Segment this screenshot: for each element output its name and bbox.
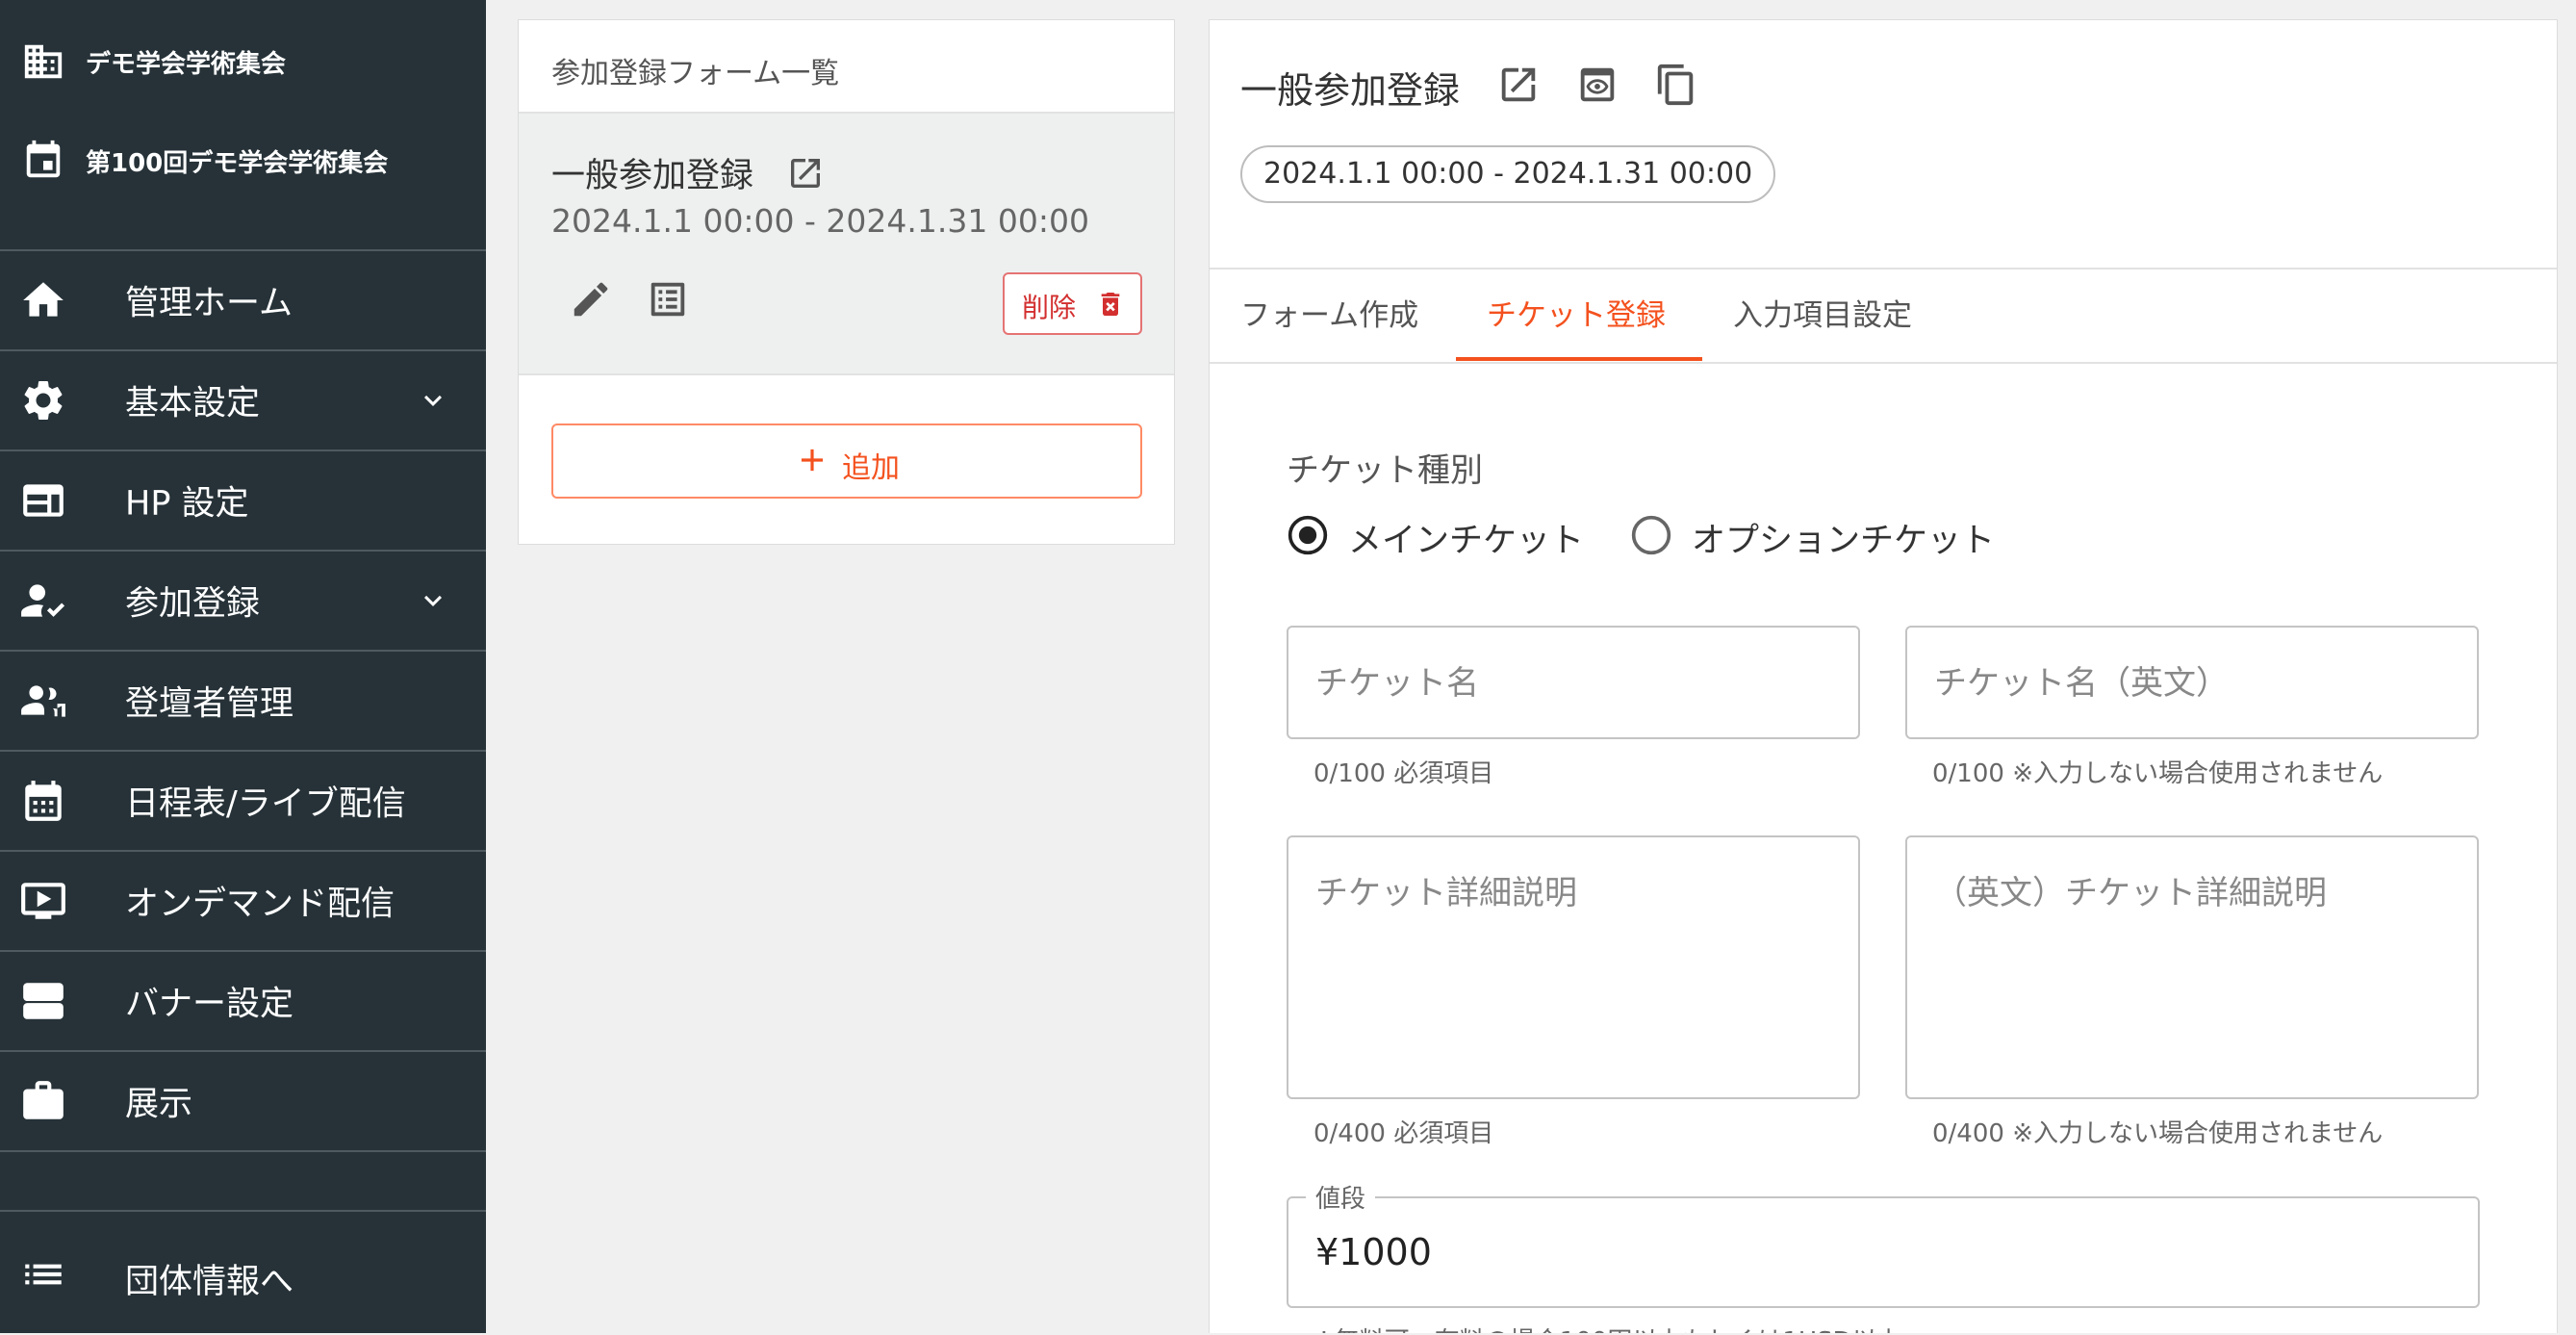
form-detail-panel: 一般参加登録 2024.1.1 00:00 - 2024.1.31 00:00 … (1209, 19, 2558, 1333)
sidebar-item-exhibition[interactable]: 展示 (0, 1050, 486, 1150)
delete-label: 削除 (1022, 292, 1077, 323)
event-name: 第100回デモ学会学術集会 (86, 148, 389, 178)
sidebar: デモ学会学術集会 第100回デモ学会学術集会 管理ホーム 基本設定 HP 設定 … (0, 0, 486, 1333)
sidebar-item-label: 基本設定 (125, 384, 261, 424)
video-play-icon (19, 877, 67, 925)
ticket-type-label: チケット種別 (1287, 451, 1483, 490)
plus-icon (794, 442, 830, 478)
form-list-item[interactable]: 一般参加登録 2024.1.1 00:00 - 2024.1.31 00:00 … (519, 114, 1174, 375)
tab-bar: フォーム作成 チケット登録 入力項目設定 (1210, 268, 2557, 364)
sidebar-item-hp-settings[interactable]: HP 設定 (0, 449, 486, 550)
radio-unchecked-icon (1630, 514, 1672, 556)
copy-icon[interactable] (1654, 63, 1698, 107)
radio-label: メインチケット (1348, 522, 1585, 560)
nav-divider (0, 1150, 486, 1152)
sidebar-item-home[interactable]: 管理ホーム (0, 249, 486, 349)
placeholder: チケット名 (1315, 664, 1479, 703)
tab-form-create[interactable]: フォーム作成 (1240, 270, 1418, 362)
price-note: ※無料可、有料の場合100円以上もしくは1USD以上 (1314, 1322, 1902, 1333)
gear-icon (19, 376, 67, 424)
trash-icon (1095, 289, 1126, 320)
price-value: ¥1000 (1315, 1231, 1432, 1273)
sidebar-item-registration[interactable]: 参加登録 (0, 550, 486, 650)
page-title: 一般参加登録 (1240, 69, 1461, 112)
org-link[interactable]: デモ学会学術集会 (0, 33, 486, 90)
sidebar-item-basic-settings[interactable]: 基本設定 (0, 349, 486, 449)
person-check-icon (19, 577, 67, 625)
sidebar-item-label: 参加登録 (125, 584, 261, 624)
sidebar-item-label: バナー設定 (125, 985, 294, 1024)
sidebar-item-speakers[interactable]: 登壇者管理 (0, 650, 486, 750)
ticket-description-en-textarea[interactable]: （英文）チケット詳細説明 (1905, 835, 2479, 1099)
sidebar-item-label: 日程表/ライブ配信 (125, 784, 406, 824)
tab-input-fields[interactable]: 入力項目設定 (1733, 270, 1912, 362)
ticket-description-helper: 0/400 必須項目 (1314, 1119, 1494, 1148)
open-in-new-icon[interactable] (786, 154, 825, 193)
sidebar-item-label: 団体情報へ (125, 1263, 294, 1301)
sidebar-item-on-demand[interactable]: オンデマンド配信 (0, 850, 486, 950)
add-label: 追加 (842, 451, 900, 485)
add-form-button[interactable]: 追加 (551, 424, 1142, 499)
form-list-panel: 参加登録フォーム一覧 一般参加登録 2024.1.1 00:00 - 2024.… (518, 19, 1175, 545)
placeholder: チケット名（英文） (1934, 664, 2229, 703)
price-label: 値段 (1306, 1179, 1376, 1215)
sidebar-item-label: オンデマンド配信 (125, 885, 395, 924)
sidebar-item-schedule[interactable]: 日程表/ライブ配信 (0, 750, 486, 850)
placeholder: （英文）チケット詳細説明 (1934, 874, 2327, 912)
sidebar-nav: 管理ホーム 基本設定 HP 設定 参加登録 登壇者管理 日程表/ライブ配信 オン… (0, 249, 486, 1152)
sidebar-item-label: HP 設定 (125, 484, 249, 524)
period-chip: 2024.1.1 00:00 - 2024.1.31 00:00 (1240, 145, 1776, 203)
active-tab-indicator (1456, 357, 1702, 361)
tab-ticket-register[interactable]: チケット登録 (1487, 270, 1666, 362)
form-title: 一般参加登録 (551, 157, 754, 195)
list-alt-icon[interactable] (646, 277, 690, 321)
banner-icon (19, 977, 67, 1025)
open-in-new-icon[interactable] (1496, 63, 1541, 107)
briefcase-icon (19, 1077, 67, 1125)
sidebar-item-organization-info[interactable]: 団体情報へ (0, 1210, 486, 1335)
list-icon (19, 1250, 67, 1298)
form-period: 2024.1.1 00:00 - 2024.1.31 00:00 (551, 202, 1089, 240)
home-icon (19, 276, 67, 324)
ticket-name-en-helper: 0/100 ※入力しない場合使用されません (1932, 759, 2384, 788)
sidebar-item-label: 登壇者管理 (125, 684, 294, 724)
placeholder: チケット詳細説明 (1315, 874, 1577, 912)
chevron-down-icon (416, 383, 450, 418)
event-link[interactable]: 第100回デモ学会学術集会 (0, 132, 486, 190)
radio-label: オプションチケット (1692, 522, 1996, 560)
pencil-icon[interactable] (569, 277, 613, 321)
sidebar-item-banner[interactable]: バナー設定 (0, 950, 486, 1050)
chevron-down-icon (416, 583, 450, 618)
web-layout-icon (19, 476, 67, 525)
preview-icon[interactable] (1575, 63, 1620, 107)
delete-button[interactable]: 削除 (1003, 272, 1142, 335)
ticket-name-helper: 0/100 必須項目 (1314, 759, 1494, 788)
radio-checked-icon (1287, 514, 1329, 556)
form-list-header: 参加登録フォーム一覧 (519, 20, 1174, 114)
sidebar-item-label: 管理ホーム (125, 284, 293, 323)
ticket-description-textarea[interactable]: チケット詳細説明 (1287, 835, 1860, 1099)
calendar-icon (19, 777, 67, 825)
ticket-description-en-helper: 0/400 ※入力しない場合使用されません (1932, 1119, 2384, 1148)
ticket-name-input[interactable]: チケット名 (1287, 626, 1860, 739)
building-icon (21, 39, 65, 84)
sidebar-item-label: 展示 (125, 1085, 193, 1124)
org-name: デモ学会学術集会 (86, 49, 287, 79)
price-input[interactable]: 値段 ¥1000 (1287, 1179, 2480, 1308)
event-calendar-icon (21, 139, 65, 183)
ticket-name-en-input[interactable]: チケット名（英文） (1905, 626, 2479, 739)
speaker-group-icon (19, 677, 67, 725)
